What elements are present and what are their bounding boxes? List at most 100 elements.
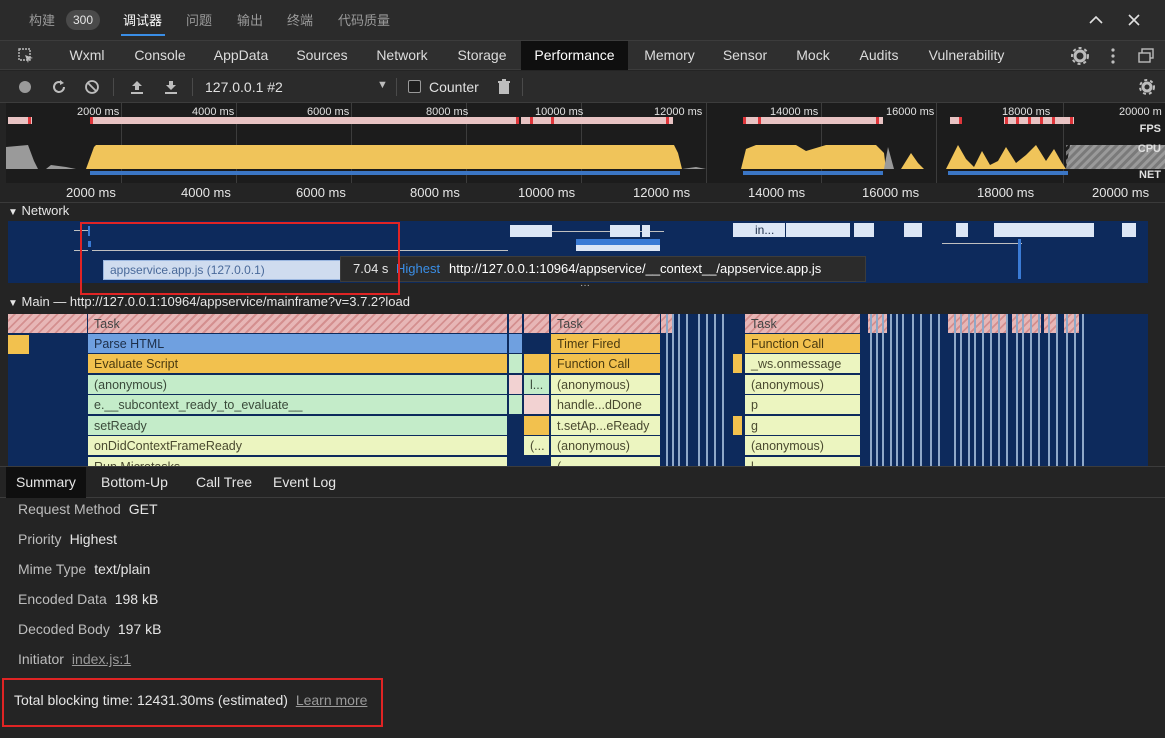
main-flame-chart[interactable]: Task Parse HTML Evaluate Script (anonymo… (8, 314, 1148, 466)
tab-terminal[interactable]: 终端 (287, 10, 313, 29)
net-activity (948, 171, 1068, 175)
record-icon[interactable] (16, 78, 34, 96)
clear-icon[interactable] (83, 78, 101, 96)
timeline-overview[interactable]: 2000 ms 4000 ms 6000 ms 8000 ms 10000 ms… (6, 103, 1165, 183)
flame-ws-onmessage[interactable]: _ws.onmessage (745, 354, 861, 374)
flame-anonymous[interactable]: (anonymous) (551, 436, 661, 456)
tab-debugger[interactable]: 调试器 (123, 10, 162, 29)
fps-track (6, 117, 1165, 124)
cpu-label: CPU (1137, 143, 1161, 155)
request-bar-appservice[interactable]: appservice.app.js (127.0.0.1) (103, 260, 341, 280)
flame-p[interactable]: p (745, 395, 861, 415)
target-select[interactable]: 127.0.0.1 #2 (205, 79, 283, 95)
flame-evaluate-script[interactable]: Evaluate Script (88, 354, 508, 374)
flame-on-did-context-frame-ready[interactable]: onDidContextFrameReady (88, 436, 508, 456)
flame-small-paren[interactable]: (... (524, 436, 550, 456)
network-track-title: Network (21, 203, 70, 218)
upload-icon[interactable] (128, 78, 146, 96)
flame-block[interactable] (509, 354, 523, 374)
summary-row: Priority Highest (18, 531, 117, 547)
flame-handle-done[interactable]: handle...dDone (551, 395, 661, 415)
flame-timer-fired[interactable]: Timer Fired (551, 334, 661, 354)
flame-block[interactable] (733, 354, 743, 374)
tab-sensor[interactable]: Sensor (713, 41, 777, 70)
flame-l[interactable]: l (745, 457, 861, 466)
flame-subcontext-ready[interactable]: e.__subcontext_ready_to_evaluate__ (88, 395, 508, 415)
tab-network[interactable]: Network (366, 41, 438, 70)
tab-memory[interactable]: Memory (636, 41, 703, 70)
summary-key: Initiator (18, 651, 64, 667)
tab-build[interactable]: 构建 (29, 10, 55, 29)
flame-run-microtasks[interactable]: Run Microtasks (88, 457, 508, 466)
flame-set-ready[interactable]: setReady (88, 416, 508, 436)
flame-function-call[interactable]: Function Call (551, 354, 661, 374)
more-options-icon[interactable] (1103, 46, 1123, 66)
tab-vulnerability[interactable]: Vulnerability (919, 41, 1014, 70)
tab-sources[interactable]: Sources (286, 41, 358, 70)
tab-event-log[interactable]: Event Log (263, 467, 346, 498)
tab-bottom-up[interactable]: Bottom-Up (91, 467, 178, 498)
reload-icon[interactable] (50, 78, 68, 96)
flame-anonymous[interactable]: (anonymous) (88, 375, 508, 395)
tab-output[interactable]: 输出 (237, 10, 263, 29)
counter-checkbox[interactable] (408, 80, 421, 93)
flame-block[interactable] (509, 334, 523, 354)
flame-block[interactable] (524, 416, 550, 436)
close-icon[interactable] (1124, 10, 1144, 30)
trash-icon[interactable] (495, 78, 513, 96)
flame-anonymous[interactable]: (anonymous) (745, 436, 861, 456)
tab-storage[interactable]: Storage (446, 41, 518, 70)
flame-task[interactable]: Task (745, 314, 861, 334)
flame-parse-html[interactable]: Parse HTML (88, 334, 508, 354)
summary-row: Initiator index.js:1 (18, 651, 131, 667)
expand-triangle-icon[interactable]: ▼ (8, 207, 18, 218)
initiator-link[interactable]: index.js:1 (72, 651, 131, 667)
tab-console[interactable]: Console (124, 41, 196, 70)
flame-task[interactable]: Task (551, 314, 661, 334)
flame-block[interactable] (509, 375, 523, 395)
request-in-label: in... (753, 223, 785, 237)
flame-function-call[interactable]: Function Call (745, 334, 861, 354)
tab-audits[interactable]: Audits (849, 41, 909, 70)
flame-task[interactable] (524, 314, 550, 334)
tab-performance[interactable]: Performance (521, 41, 628, 70)
ruler-tick: 8000 ms (410, 185, 460, 200)
expand-triangle-icon[interactable]: ▼ (8, 298, 18, 309)
flame-anonymous[interactable]: (anonymous) (745, 375, 861, 395)
flame-block[interactable] (8, 335, 30, 355)
inspect-element-icon[interactable] (16, 46, 36, 66)
capture-settings-gear-icon[interactable] (1138, 78, 1156, 96)
flame-block[interactable] (524, 354, 550, 374)
tab-summary[interactable]: Summary (6, 467, 86, 498)
tooltip-priority: Highest (396, 261, 441, 276)
caret-down-icon[interactable]: ▼ (377, 79, 388, 91)
flame-block[interactable] (524, 395, 550, 415)
flame-anonymous[interactable]: (anonymous) (551, 375, 661, 395)
download-icon[interactable] (162, 78, 180, 96)
learn-more-link[interactable]: Learn more (296, 692, 368, 708)
undock-icon[interactable] (1136, 46, 1156, 66)
tab-wxml[interactable]: Wxml (58, 41, 116, 70)
chevron-up-icon[interactable] (1086, 10, 1106, 30)
gear-icon[interactable] (1070, 46, 1090, 66)
summary-value: 197 kB (117, 621, 162, 637)
resize-handle[interactable]: ··· (580, 281, 592, 291)
flame-task[interactable] (8, 314, 88, 334)
flame-block[interactable]: (. (551, 457, 661, 466)
flame-small-l[interactable]: l... (524, 375, 550, 395)
flame-task[interactable]: Task (88, 314, 508, 334)
flame-set-app-ready[interactable]: t.setAp...eReady (551, 416, 661, 436)
summary-row: Mime Type text/plain (18, 561, 150, 577)
tab-mock[interactable]: Mock (787, 41, 839, 70)
flame-task[interactable] (509, 314, 523, 334)
tab-call-tree[interactable]: Call Tree (186, 467, 262, 498)
flame-block[interactable] (509, 395, 523, 415)
network-track-header[interactable]: ▼ Network (8, 203, 1165, 221)
flame-g[interactable]: g (745, 416, 861, 436)
main-track-header[interactable]: ▼ Main — http://127.0.0.1:10964/appservi… (8, 294, 1165, 314)
tab-issues[interactable]: 问题 (186, 10, 212, 29)
fps-label: FPS (1139, 123, 1161, 135)
tab-code-quality[interactable]: 代码质量 (338, 10, 390, 29)
flame-block[interactable] (733, 416, 743, 436)
tab-appdata[interactable]: AppData (204, 41, 278, 70)
